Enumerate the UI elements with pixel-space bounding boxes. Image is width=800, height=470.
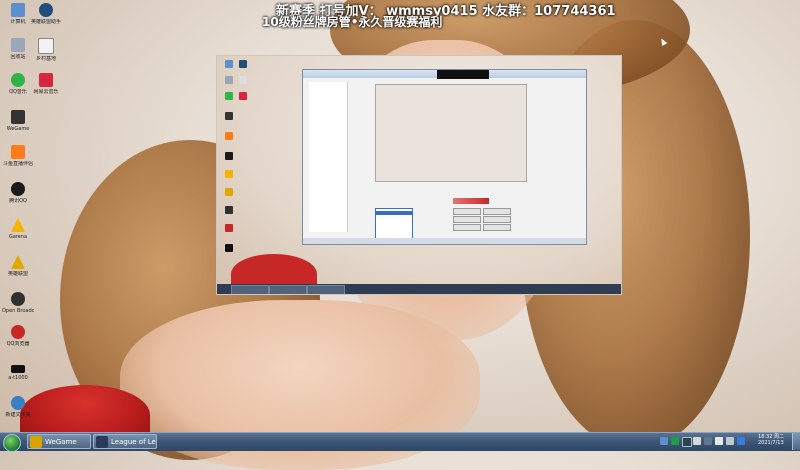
- taskbar-button-label: WeGame: [45, 438, 77, 446]
- desktop-icon-label: 腾讯QQ: [9, 198, 27, 204]
- preview-list-selected: [376, 211, 412, 215]
- qq-music-icon: [11, 73, 25, 87]
- wegame-icon: [30, 436, 42, 448]
- preview-desktop-icon: [225, 224, 233, 232]
- tray-icon-flag[interactable]: [693, 437, 701, 445]
- preview-nested-capture: [375, 84, 527, 182]
- lol-icon: [11, 255, 25, 269]
- preview-desktop-icon: [239, 92, 247, 100]
- preview-taskbar-button: [307, 285, 345, 294]
- desktop-icon-wegame[interactable]: WeGame: [2, 110, 34, 132]
- desktop-icon-monitor[interactable]: a-t1000: [2, 362, 34, 381]
- screen-capture-preview: [216, 55, 622, 295]
- lol-helper-icon: [39, 3, 53, 17]
- desktop-icon-label: 新建文件夹: [5, 412, 31, 418]
- preview-desktop-icon: [225, 76, 233, 84]
- qq-icon: [11, 182, 25, 196]
- preview-taskbar: [217, 284, 621, 294]
- preview-desktop-icon: [225, 188, 233, 196]
- preview-button: [483, 224, 511, 231]
- preview-app-window: [302, 69, 587, 245]
- preview-desktop-icon: [239, 60, 247, 68]
- tray-icon-monitor[interactable]: [737, 437, 745, 445]
- desktop-icon-browser[interactable]: QQ浏览器: [2, 325, 34, 347]
- taskbar: WeGame League of Lege...: [0, 432, 800, 452]
- clock-date: 2021/7/13: [758, 440, 784, 446]
- garena-icon: [11, 218, 25, 232]
- lol-icon: [96, 436, 108, 448]
- folder-icon: [11, 396, 25, 410]
- preview-desktop-icon: [225, 132, 233, 140]
- desktop-icon-label: Open Broadcaster: [2, 308, 34, 314]
- preview-button: [483, 216, 511, 223]
- preview-desktop-icon: [225, 170, 233, 178]
- preview-button: [483, 208, 511, 215]
- start-button[interactable]: [3, 434, 21, 452]
- computer-icon: [11, 3, 25, 17]
- preview-signal-bar: [453, 198, 489, 204]
- preview-button: [453, 208, 481, 215]
- tray-icon-volume[interactable]: [726, 437, 734, 445]
- taskbar-button-label: League of Lege...: [111, 438, 156, 446]
- preview-statusbar: [303, 238, 586, 244]
- monitor-icon: [11, 365, 25, 373]
- preview-desktop-icon: [225, 152, 233, 160]
- preview-button: [453, 224, 481, 231]
- desktop-icon-lol[interactable]: 英雄联盟: [2, 255, 34, 277]
- desktop-icon-label: Garena: [8, 234, 28, 240]
- obs-icon: [11, 292, 25, 306]
- taskbar-button-league[interactable]: League of Lege...: [93, 434, 157, 449]
- recycle-bin-icon: [11, 38, 25, 52]
- preview-button: [453, 216, 481, 223]
- desktop-icon-douyu[interactable]: 斗鱼直播伴侣: [2, 145, 34, 167]
- preview-desktop-icon: [225, 60, 233, 68]
- preview-desktop-icon: [225, 206, 233, 214]
- preview-taskbar-button: [231, 285, 269, 294]
- desktop-icon-folder[interactable]: 新建文件夹: [2, 396, 34, 418]
- desktop-icon-qq[interactable]: 腾讯QQ: [2, 182, 34, 204]
- preview-desktop-icon: [225, 244, 233, 252]
- desktop-icon-label: WeGame: [6, 126, 30, 132]
- desktop-icon-document[interactable]: 乡村基地: [30, 38, 62, 62]
- preview-icon-panel: [309, 82, 348, 232]
- preview-button-group: [453, 208, 513, 238]
- desktop-icon-label: QQ浏览器: [6, 341, 30, 347]
- document-icon: [38, 38, 54, 54]
- promo-benefit-text: 10级粉丝牌房管•永久晋级赛福利: [262, 15, 443, 29]
- desktop-icon-label: 乡村基地: [35, 56, 56, 62]
- preview-desktop-icon: [225, 112, 233, 120]
- desktop-icon-lol-helper[interactable]: 英雄联盟助手: [30, 3, 62, 25]
- taskbar-clock[interactable]: 18:32 周二 2021/7/13: [758, 434, 784, 446]
- desktop-icon-label: a-t1000: [8, 375, 28, 381]
- tray-icon-battery[interactable]: [704, 437, 712, 445]
- show-desktop-button[interactable]: [792, 433, 800, 450]
- desktop-icon-netease-music[interactable]: 网易云音乐: [30, 73, 62, 95]
- wegame-icon: [11, 110, 25, 124]
- tray-icon-app[interactable]: [682, 437, 692, 447]
- browser-icon: [11, 325, 25, 339]
- desktop-icon-label: 斗鱼直播伴侣: [2, 161, 33, 167]
- preview-taskbar-button: [269, 285, 307, 294]
- taskbar-button-wegame[interactable]: WeGame: [27, 434, 91, 449]
- tray-icon-shield[interactable]: [671, 437, 679, 445]
- desktop-icon-obs[interactable]: Open Broadcaster: [2, 292, 34, 314]
- preview-list: [375, 208, 413, 240]
- desktop-icon-label: 英雄联盟助手: [30, 19, 61, 25]
- tray-icon-network[interactable]: [660, 437, 668, 445]
- desktop-icon-garena[interactable]: Garena: [2, 218, 34, 240]
- tray-icon-input[interactable]: [715, 437, 723, 445]
- desktop-icon-label: 网易云音乐: [33, 89, 59, 95]
- preview-desktop-icon: [239, 76, 247, 84]
- desktop-icon-label: 英雄联盟: [7, 271, 28, 277]
- preview-caption-bar: [437, 70, 489, 79]
- netease-music-icon: [39, 73, 53, 87]
- douyu-icon: [11, 145, 25, 159]
- preview-desktop-icon: [225, 92, 233, 100]
